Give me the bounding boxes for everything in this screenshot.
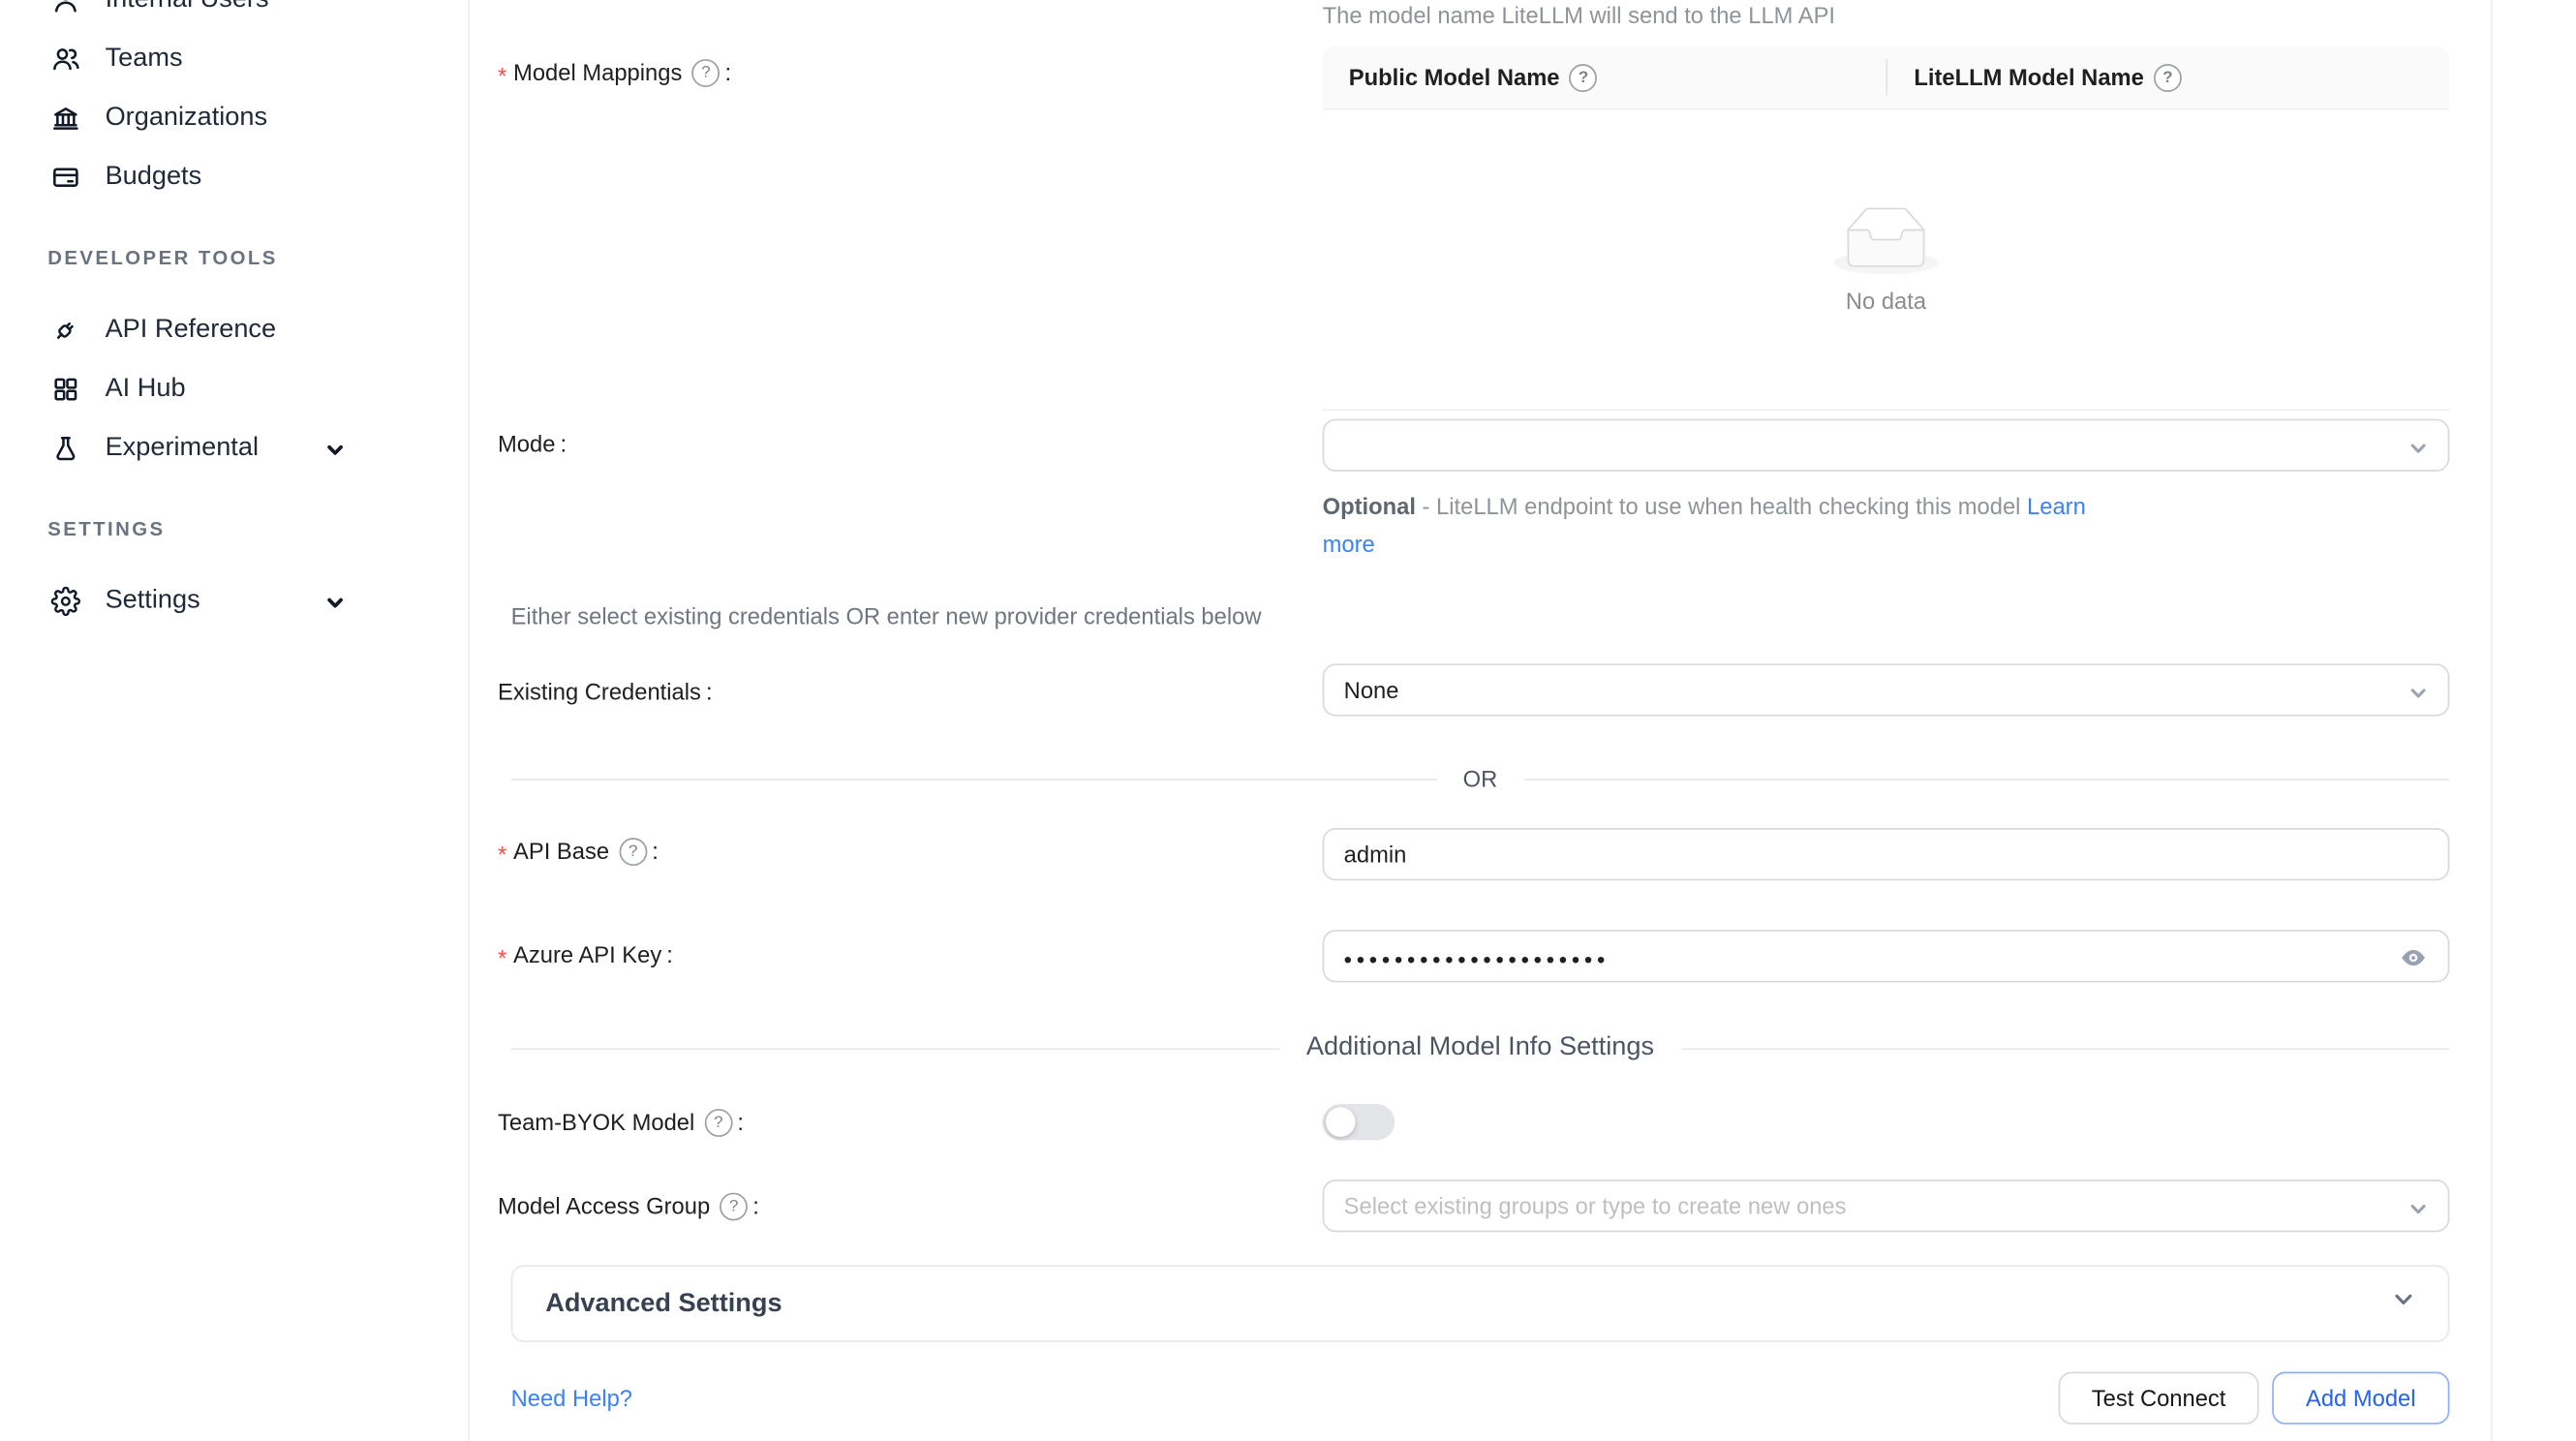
- help-icon[interactable]: ?: [704, 1108, 732, 1136]
- azure-api-key-label: * Azure API Key :: [498, 935, 673, 974]
- model-mappings-label: * Model Mappings ? :: [498, 52, 731, 92]
- masked-api-key: •••••••••••••••••••••: [1344, 927, 1610, 986]
- model-access-group-select[interactable]: Select existing groups or type to create…: [1323, 1180, 2450, 1232]
- add-model-button[interactable]: Add Model: [2272, 1372, 2449, 1425]
- existing-credentials-label: Existing Credentials :: [498, 672, 713, 712]
- sidebar-item-label: Internal Users: [106, 0, 269, 15]
- sidebar-item-label: Organizations: [106, 104, 267, 134]
- credit-card-icon: [51, 163, 81, 193]
- sidebar-section-settings: SETTINGS: [0, 506, 468, 553]
- chevron-down-icon: [2408, 682, 2428, 708]
- api-base-value: admin: [1344, 842, 1407, 868]
- team-byok-toggle[interactable]: [1323, 1104, 1395, 1140]
- api-base-input[interactable]: admin: [1323, 828, 2450, 880]
- sidebar-item-label: AI Hub: [106, 375, 186, 405]
- column-litellm-model-name: LiteLLM Model Name ?: [1887, 46, 2208, 108]
- mode-label: Mode :: [498, 424, 567, 464]
- column-public-model-name: Public Model Name ?: [1323, 46, 1888, 108]
- model-access-group-placeholder: Select existing groups or type to create…: [1344, 1193, 1847, 1219]
- sidebar-item-api-reference[interactable]: API Reference: [0, 300, 468, 359]
- model-name-hint: The model name LiteLLM will send to the …: [1323, 2, 1835, 28]
- help-icon[interactable]: ?: [1570, 63, 1598, 91]
- additional-info-divider: Additional Model Info Settings: [511, 1033, 2450, 1063]
- sidebar-item-budgets[interactable]: Budgets: [0, 148, 468, 207]
- mode-help-text: Optional - LiteLLM endpoint to use when …: [1323, 488, 2111, 564]
- sidebar-item-internal-users[interactable]: Internal Users: [0, 0, 468, 30]
- help-icon[interactable]: ?: [692, 58, 721, 86]
- required-mark: *: [498, 939, 506, 970]
- credentials-hint: Either select existing credentials OR en…: [511, 603, 1262, 629]
- sidebar-item-organizations[interactable]: Organizations: [0, 89, 468, 148]
- mode-select[interactable]: [1323, 419, 2450, 472]
- sidebar-item-label: Budgets: [106, 163, 202, 193]
- divider-text: Additional Model Info Settings: [1306, 1033, 1654, 1063]
- sidebar-item-label: Experimental: [106, 434, 259, 464]
- toggle-knob: [1326, 1107, 1356, 1137]
- sidebar-item-experimental[interactable]: Experimental: [0, 419, 468, 478]
- user-icon: [51, 0, 81, 15]
- need-help-link[interactable]: Need Help?: [511, 1385, 632, 1411]
- azure-api-key-input[interactable]: •••••••••••••••••••••: [1323, 930, 2450, 982]
- table-empty-state: No data: [1323, 110, 2450, 411]
- test-connect-button[interactable]: Test Connect: [2059, 1372, 2259, 1425]
- sidebar-item-settings[interactable]: Settings: [0, 571, 468, 630]
- or-text: OR: [1463, 766, 1498, 792]
- eye-icon[interactable]: [2399, 943, 2429, 978]
- users-icon: [51, 45, 81, 75]
- help-icon[interactable]: ?: [2154, 63, 2182, 91]
- sidebar-item-ai-hub[interactable]: AI Hub: [0, 360, 468, 419]
- api-base-label: * API Base ? :: [498, 831, 659, 871]
- add-model-form-panel: The model name LiteLLM will send to the …: [470, 0, 2492, 1441]
- sidebar: Internal Users Teams Organizations Budge…: [0, 0, 470, 1441]
- model-access-group-label: Model Access Group ? :: [498, 1186, 759, 1226]
- plug-icon: [51, 316, 81, 346]
- table-header: Public Model Name ? LiteLLM Model Name ?: [1323, 46, 2450, 110]
- empty-box-icon: [1833, 206, 1939, 274]
- required-mark: *: [498, 836, 506, 867]
- sidebar-section-developer-tools: DEVELOPER TOOLS: [0, 235, 468, 282]
- help-icon[interactable]: ?: [619, 837, 647, 865]
- grid-icon: [51, 375, 81, 405]
- sidebar-item-teams[interactable]: Teams: [0, 30, 468, 89]
- bank-icon: [51, 104, 81, 134]
- chevron-down-icon: [325, 439, 345, 469]
- or-divider: OR: [511, 766, 2450, 792]
- chevron-down-icon: [2392, 1288, 2415, 1319]
- chevron-down-icon: [2408, 437, 2428, 463]
- sidebar-item-label: Teams: [106, 45, 183, 75]
- flask-icon: [51, 434, 81, 464]
- add-model-page: Internal Users Teams Organizations Budge…: [0, 0, 2576, 1441]
- sidebar-item-label: Settings: [106, 587, 200, 617]
- chevron-down-icon: [325, 592, 345, 622]
- no-data-text: No data: [1846, 287, 1926, 313]
- advanced-settings-title: Advanced Settings: [545, 1289, 782, 1319]
- model-mappings-table: Public Model Name ? LiteLLM Model Name ?: [1323, 46, 2450, 412]
- chevron-down-icon: [2408, 1198, 2428, 1224]
- required-mark: *: [498, 57, 506, 88]
- sidebar-item-label: API Reference: [106, 316, 277, 346]
- gear-icon: [51, 587, 81, 617]
- existing-credentials-select[interactable]: None: [1323, 663, 2450, 716]
- team-byok-label: Team-BYOK Model ? :: [498, 1102, 744, 1142]
- existing-credentials-value: None: [1344, 677, 1399, 703]
- advanced-settings-panel[interactable]: Advanced Settings: [511, 1265, 2450, 1342]
- help-icon[interactable]: ?: [720, 1192, 748, 1220]
